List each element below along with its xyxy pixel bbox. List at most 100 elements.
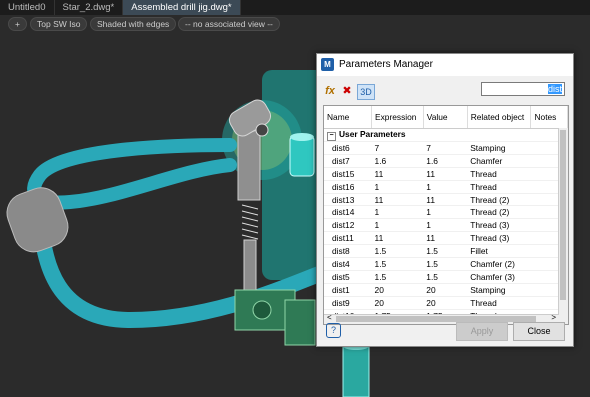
cell-name: dist15 [324, 167, 372, 181]
cell-related: Thread [467, 180, 531, 194]
bushing [289, 135, 315, 177]
cell-expr[interactable]: 7 [371, 141, 424, 155]
dialog-titlebar[interactable]: M Parameters Manager [317, 54, 573, 76]
cell-expr[interactable]: 1.5 [371, 257, 424, 271]
cell-value: 1 [423, 180, 468, 194]
column-header-related-object[interactable]: Related object [467, 106, 532, 129]
associated-view-button[interactable]: -- no associated view -- [178, 17, 280, 31]
scroll-right-icon[interactable]: > [551, 313, 556, 322]
cell-related: Chamfer [467, 154, 531, 168]
knob-hole [255, 123, 269, 137]
cell-value: 1.6 [423, 154, 468, 168]
cell-expr[interactable]: 1 [371, 205, 424, 220]
cell-expr[interactable]: 11 [371, 193, 424, 207]
apply-button[interactable]: Apply [456, 322, 508, 341]
cell-value: 11 [423, 167, 468, 181]
tab-assembled-drill-jig[interactable]: Assembled drill jig.dwg* [123, 0, 241, 15]
table-row[interactable]: dist4 1.5 1.5 Chamfer (2) [324, 257, 568, 271]
help-icon[interactable]: ? [326, 323, 341, 338]
cell-value: 1.5 [423, 257, 468, 271]
view-orientation-button[interactable]: Top SW Iso [30, 17, 88, 31]
cell-value: 1.5 [423, 244, 468, 259]
table-row[interactable]: dist16 1 1 Thread [324, 180, 568, 194]
cell-expr[interactable]: 1.5 [371, 244, 424, 259]
cell-expr[interactable]: 1 [371, 218, 424, 233]
table-row[interactable]: dist11 11 11 Thread (3) [324, 231, 568, 246]
cell-related: Thread (2) [467, 205, 531, 220]
visual-style-button[interactable]: Shaded with edges [90, 17, 177, 31]
table-row[interactable]: dist12 1 1 Thread (3) [324, 218, 568, 233]
column-header-notes[interactable]: Notes [530, 106, 568, 129]
bushing-top [290, 133, 314, 141]
cell-expr[interactable]: 1 [371, 180, 424, 194]
cell-related: Thread (3) [467, 231, 531, 246]
cell-related: Thread [467, 296, 531, 310]
cell-value: 1.5 [423, 270, 468, 284]
table-row[interactable]: dist8 1.5 1.5 Fillet [324, 244, 568, 259]
cell-expr[interactable]: 20 [371, 283, 424, 297]
vertical-scroll-thumb[interactable] [560, 130, 566, 300]
table-row[interactable]: dist15 11 11 Thread [324, 167, 568, 181]
cell-name: dist8 [324, 244, 372, 259]
table-row[interactable]: dist13 11 11 Thread (2) [324, 193, 568, 207]
column-header-value[interactable]: Value [423, 106, 468, 129]
table-row[interactable]: dist9 20 20 Thread [324, 296, 568, 310]
base-block-right [284, 299, 316, 346]
table-header: Name Expression Value Related object Not… [324, 106, 568, 129]
cell-name: dist6 [324, 141, 372, 155]
group-label: User Parameters [339, 129, 406, 139]
cell-name: dist16 [324, 180, 372, 194]
cell-name: dist7 [324, 154, 372, 168]
group-toggle-icon[interactable]: − [327, 132, 336, 141]
cell-expr[interactable]: 1.5 [371, 270, 424, 284]
close-button[interactable]: Close [513, 322, 565, 341]
dialog-title: Parameters Manager [339, 59, 433, 70]
search-input[interactable]: dist [481, 82, 565, 96]
cell-expr[interactable]: 11 [371, 231, 424, 246]
table-row[interactable]: dist14 1 1 Thread (2) [324, 205, 568, 220]
cell-value: 11 [423, 231, 468, 246]
table-row[interactable]: dist7 1.6 1.6 Chamfer [324, 154, 568, 168]
grip [6, 187, 69, 253]
cell-value: 1 [423, 218, 468, 233]
scroll-left-icon[interactable]: < [327, 313, 332, 322]
cell-expr[interactable]: 11 [371, 167, 424, 181]
cell-name: dist13 [324, 193, 372, 207]
cell-related: Thread (3) [467, 218, 531, 233]
cell-name: dist1 [324, 283, 372, 297]
cell-related: Stamping [467, 283, 531, 297]
cell-expr[interactable]: 20 [371, 296, 424, 310]
clamp-column [237, 127, 261, 201]
cell-name: dist9 [324, 296, 372, 310]
column-header-expression[interactable]: Expression [371, 106, 424, 129]
cell-name: dist4 [324, 257, 372, 271]
cell-value: 20 [423, 283, 468, 297]
cell-related: Stamping [467, 141, 531, 155]
view-toolbar: + Top SW Iso Shaded with edges -- no ass… [0, 15, 590, 32]
parameters-table: Name Expression Value Related object Not… [323, 105, 569, 325]
cell-related: Thread (2) [467, 193, 531, 207]
app-logo-icon: M [321, 58, 334, 71]
tab-untitled0[interactable]: Untitled0 [0, 0, 55, 15]
column-header-name[interactable]: Name [324, 106, 373, 129]
cell-value: 11 [423, 193, 468, 207]
3d-icon[interactable]: 3D [357, 84, 375, 100]
spring [241, 204, 259, 240]
table-row[interactable]: dist1 20 20 Stamping [324, 283, 568, 297]
cell-related: Chamfer (3) [467, 270, 531, 284]
cell-value: 20 [423, 296, 468, 310]
delete-icon[interactable]: ✖ [340, 84, 354, 98]
cell-related: Chamfer (2) [467, 257, 531, 271]
cell-name: dist14 [324, 205, 372, 220]
bottom-bushing [342, 344, 370, 397]
cell-name: dist12 [324, 218, 372, 233]
cell-related: Thread [467, 167, 531, 181]
vertical-scrollbar[interactable] [558, 128, 568, 324]
group-row-user-parameters[interactable]: − User Parameters [324, 128, 568, 142]
table-row[interactable]: dist6 7 7 Stamping [324, 141, 568, 155]
add-view-button[interactable]: + [8, 17, 27, 31]
tab-star-2[interactable]: Star_2.dwg* [55, 0, 124, 15]
table-row[interactable]: dist5 1.5 1.5 Chamfer (3) [324, 270, 568, 284]
fx-icon[interactable]: fx [323, 84, 337, 98]
cell-expr[interactable]: 1.6 [371, 154, 424, 168]
